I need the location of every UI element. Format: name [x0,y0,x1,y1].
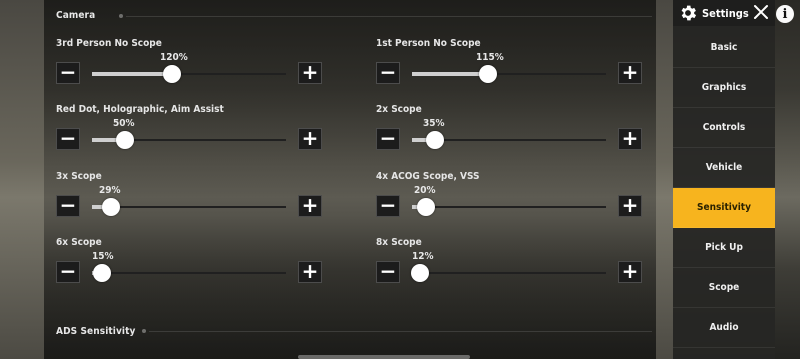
slider-track[interactable] [92,198,286,216]
slider-thumb[interactable] [102,198,120,216]
sidebar-item-vehicle[interactable]: Vehicle [673,148,775,188]
sidebar-item-sensitivity[interactable]: Sensitivity [673,188,775,228]
sidebar-item-basic[interactable]: Basic [673,28,775,68]
increase-button[interactable]: + [298,261,322,283]
slider-thumb[interactable] [411,264,429,282]
slider-label: 8x Scope [376,237,422,248]
decrease-button[interactable]: − [376,128,400,150]
slider-thumb[interactable] [426,131,444,149]
section-divider [149,331,652,332]
slider-label: 6x Scope [56,237,102,248]
settings-title: Settings [702,6,749,20]
slider-label: 4x ACOG Scope, VSS [376,171,480,182]
decrease-button[interactable]: − [376,62,400,84]
sidebar-item-graphics[interactable]: Graphics [673,68,775,108]
scroll-indicator[interactable] [298,355,470,359]
slider-track[interactable] [412,65,606,83]
close-icon [754,5,768,19]
sidebar-item-controls[interactable]: Controls [673,108,775,148]
slider-fill [92,72,172,76]
slider-label: Red Dot, Holographic, Aim Assist [56,104,224,115]
slider-value: 20% [414,185,436,196]
increase-button[interactable]: + [618,261,642,283]
decrease-button[interactable]: − [56,128,80,150]
slider-3rd-person-no-scope: 3rd Person No Scope − 120% + [56,38,326,98]
increase-button[interactable]: + [618,62,642,84]
slider-track[interactable] [411,264,606,282]
slider-label: 3rd Person No Scope [56,38,162,49]
slider-2x-scope: 2x Scope − 35% + [376,104,646,164]
slider-label: 3x Scope [56,171,102,182]
background-right [656,0,673,359]
slider-thumb[interactable] [116,131,134,149]
increase-button[interactable]: + [298,62,322,84]
section-divider-dot [142,329,146,333]
info-button[interactable]: i [776,5,794,23]
slider-value: 115% [476,52,504,63]
sidebar-item-audio[interactable]: Audio [673,308,775,348]
increase-button[interactable]: + [618,195,642,217]
slider-thumb[interactable] [417,198,435,216]
slider-track[interactable] [92,264,286,282]
increase-button[interactable]: + [298,195,322,217]
slider-label: 1st Person No Scope [376,38,481,49]
slider-track[interactable] [92,65,286,83]
slider-value: 35% [423,118,445,129]
close-button[interactable] [749,0,773,24]
decrease-button[interactable]: − [56,195,80,217]
increase-button[interactable]: + [298,128,322,150]
section-title-camera: Camera [56,10,96,21]
decrease-button[interactable]: − [376,195,400,217]
slider-6x-scope: 6x Scope − 15% + [56,237,326,297]
slider-3x-scope: 3x Scope − 29% + [56,171,326,231]
slider-fill [412,72,488,76]
slider-8x-scope: 8x Scope − 12% + [376,237,646,297]
section-divider [126,16,652,17]
slider-4x-acog-scope: 4x ACOG Scope, VSS − 20% + [376,171,646,231]
slider-value: 15% [92,251,114,262]
slider-value: 29% [99,185,121,196]
slider-track[interactable] [412,198,606,216]
decrease-button[interactable]: − [376,261,400,283]
slider-1st-person-no-scope: 1st Person No Scope − 115% + [376,38,646,98]
sidebar-item-pick-up[interactable]: Pick Up [673,228,775,268]
slider-thumb[interactable] [93,264,111,282]
slider-value: 12% [412,251,434,262]
section-divider-dot [119,14,123,18]
slider-track[interactable] [412,131,606,149]
gear-icon [681,5,697,21]
settings-sidebar: Settings Basic Graphics Controls Vehicle Sen… [673,0,775,359]
section-title-ads-sensitivity: ADS Sensitivity [56,326,136,337]
slider-value: 120% [160,52,188,63]
slider-value: 50% [113,118,135,129]
slider-thumb[interactable] [163,65,181,83]
increase-button[interactable]: + [618,128,642,150]
background-left [0,0,44,359]
slider-label: 2x Scope [376,104,422,115]
sidebar-item-scope[interactable]: Scope [673,268,775,308]
slider-thumb[interactable] [479,65,497,83]
decrease-button[interactable]: − [56,261,80,283]
slider-red-dot-holographic: Red Dot, Holographic, Aim Assist − 50% + [56,104,326,164]
slider-track[interactable] [92,131,286,149]
decrease-button[interactable]: − [56,62,80,84]
